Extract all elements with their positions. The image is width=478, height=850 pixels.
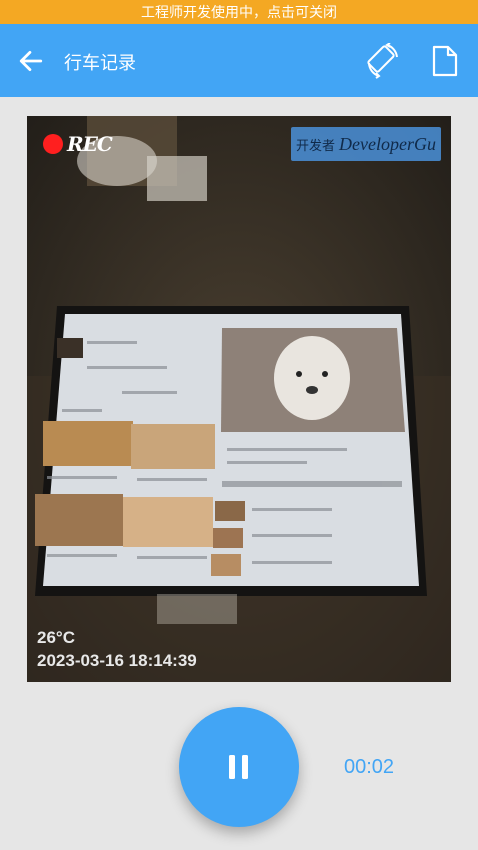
rec-dot [43, 134, 63, 154]
recording-timer: 00:02 [344, 756, 395, 778]
camera-feed-image [27, 116, 451, 682]
timestamp-overlay: 2023-03-16 18:14:39 [37, 651, 197, 670]
file-icon [432, 45, 458, 77]
file-button[interactable] [428, 42, 462, 80]
rec-indicator: REC [43, 132, 113, 156]
watermark-en-text: DeveloperGu [339, 133, 436, 154]
page-title: 行车记录 [64, 53, 136, 74]
dev-mode-banner[interactable]: 工程师开发使用中，点击可关闭 [0, 0, 478, 24]
pause-icon [229, 755, 248, 779]
camera-preview: REC 开发者 DeveloperGu 26°C 2023-03-16 18:1… [27, 116, 451, 682]
rec-label: REC [67, 132, 113, 156]
dev-mode-banner-text: 工程师开发使用中，点击可关闭 [141, 5, 337, 21]
screen-rotation-icon [367, 43, 398, 79]
watermark-cn-text: 开发者 [296, 138, 336, 154]
back-button[interactable] [16, 46, 46, 76]
app-bar: 行车记录 [0, 24, 478, 97]
temperature-overlay: 26°C [37, 628, 75, 647]
pause-recording-button[interactable] [179, 707, 299, 827]
developer-watermark: 开发者 DeveloperGu [291, 127, 441, 161]
arrow-left-icon [19, 50, 43, 72]
rotate-screen-button[interactable] [364, 42, 402, 80]
